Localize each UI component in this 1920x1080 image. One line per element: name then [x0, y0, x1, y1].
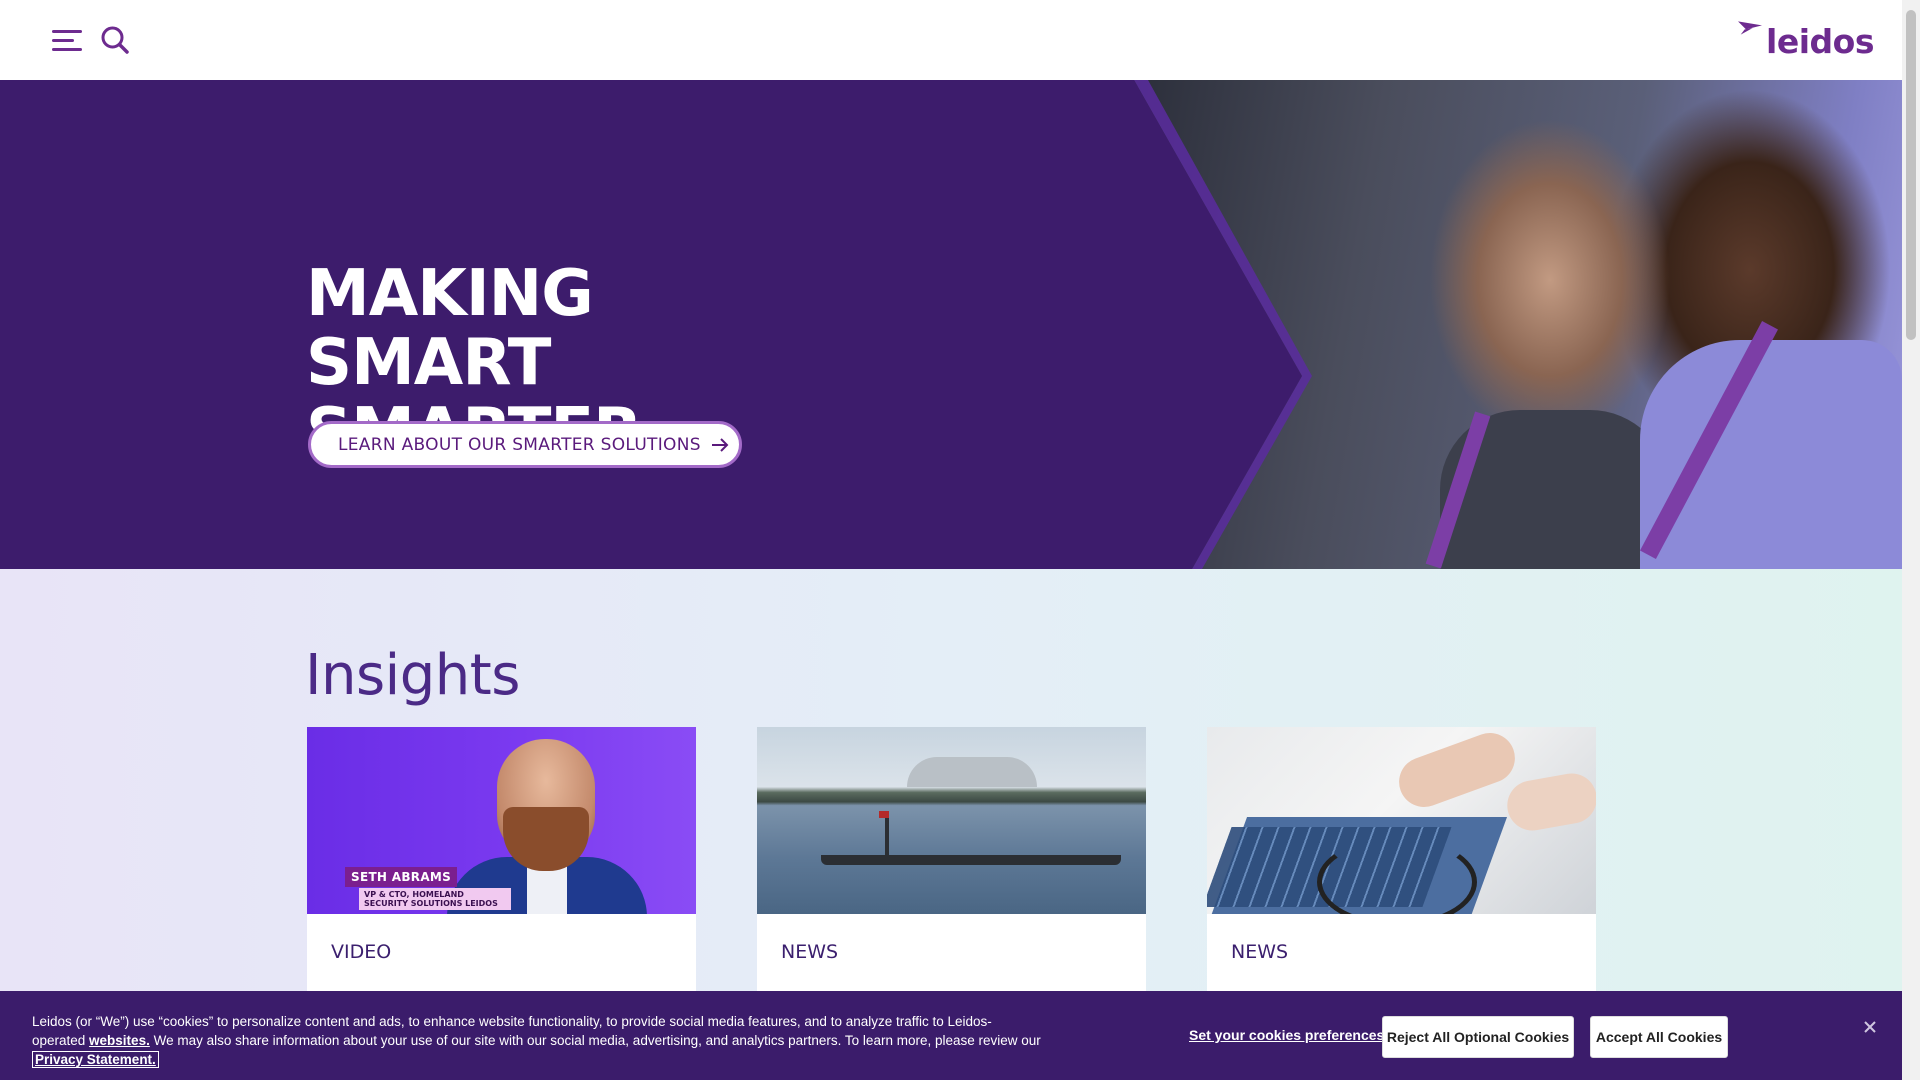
page-scrollbar[interactable] — [1902, 0, 1920, 1080]
hero-banner: MAKING SMART SMARTER LEARN ABOUT OUR SMA… — [0, 80, 1902, 569]
close-icon[interactable] — [1862, 1019, 1878, 1035]
accept-cookies-button[interactable]: Accept All Cookies — [1590, 1016, 1728, 1058]
hero-photo-person-right — [1640, 340, 1902, 569]
scrollbar-thumb[interactable] — [1906, 10, 1916, 340]
cookie-preferences-link[interactable]: Set your cookies preferences — [1189, 1027, 1384, 1043]
card-tag: VIDEO — [331, 941, 392, 963]
image-mast — [885, 813, 889, 855]
card-tag: NEWS — [1231, 941, 1289, 963]
logo-mark-icon — [1738, 21, 1763, 35]
websites-link[interactable]: websites. — [89, 1033, 150, 1048]
leidos-logo[interactable]: leidos — [1738, 18, 1874, 58]
reject-cookies-button[interactable]: Reject All Optional Cookies — [1382, 1016, 1574, 1058]
cta-label: LEARN ABOUT OUR SMARTER SOLUTIONS — [338, 434, 701, 455]
logo-text: leidos — [1766, 22, 1874, 61]
cookie-banner: Leidos (or “We”) use “cookies” to person… — [0, 991, 1902, 1080]
cookie-text-middle: We may also share information about your… — [149, 1033, 1041, 1048]
arrow-right-icon — [711, 437, 729, 452]
video-caption-title: VP & CTO, HOMELAND SECURITY SOLUTIONS LE… — [359, 888, 511, 910]
insights-title: Insights — [305, 643, 520, 708]
learn-smarter-solutions-button[interactable]: LEARN ABOUT OUR SMARTER SOLUTIONS — [308, 421, 742, 468]
image-flag — [879, 811, 889, 818]
image-hand — [1503, 769, 1596, 835]
site-header: leidos — [0, 0, 1902, 80]
card-image-video: SETH ABRAMS VP & CTO, HOMELAND SECURITY … — [307, 727, 696, 914]
card-image-laptop-stethoscope — [1207, 727, 1596, 914]
hero-title-line: MAKING — [306, 257, 594, 331]
hamburger-menu-icon[interactable] — [52, 27, 82, 53]
privacy-statement-link[interactable]: Privacy Statement. — [32, 1051, 159, 1068]
search-icon[interactable] — [100, 25, 130, 55]
cookie-notice-text: Leidos (or “We”) use “cookies” to person… — [32, 1012, 1042, 1069]
image-hand — [1392, 727, 1522, 815]
hero-title-line: SMART — [306, 326, 551, 400]
card-tag: NEWS — [781, 941, 839, 963]
image-hangar — [907, 757, 1037, 787]
image-barge — [821, 855, 1121, 865]
video-caption-name: SETH ABRAMS — [345, 867, 458, 887]
card-image-harbor — [757, 727, 1146, 914]
